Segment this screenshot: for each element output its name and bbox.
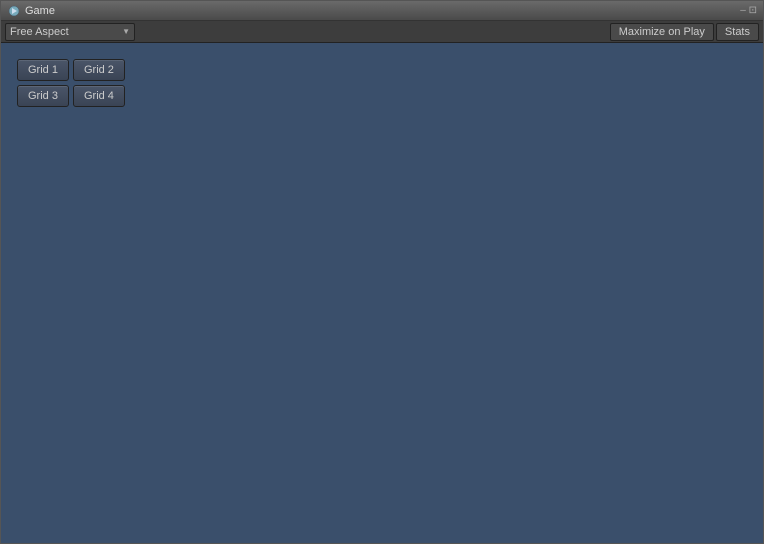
dropdown-arrow-icon: ▼ (122, 27, 130, 36)
toolbar-right: Maximize on Play Stats (610, 23, 759, 41)
game-viewport: Grid 1Grid 2Grid 3Grid 4 (1, 43, 763, 543)
maximize-on-play-button[interactable]: Maximize on Play (610, 23, 714, 41)
title-control-text: – ⊡ (740, 5, 757, 16)
game-icon (7, 4, 21, 18)
window-title: Game (25, 5, 55, 17)
aspect-label: Free Aspect (10, 26, 69, 38)
title-bar: Game – ⊡ (1, 1, 763, 21)
aspect-dropdown[interactable]: Free Aspect ▼ (5, 23, 135, 41)
grid-button-grid2[interactable]: Grid 2 (73, 59, 125, 81)
grid-button-grid4[interactable]: Grid 4 (73, 85, 125, 107)
grid-button-grid3[interactable]: Grid 3 (17, 85, 69, 107)
stats-button[interactable]: Stats (716, 23, 759, 41)
grid-buttons-container: Grid 1Grid 2Grid 3Grid 4 (17, 59, 125, 107)
game-window: Game – ⊡ Free Aspect ▼ Maximize on Play … (0, 0, 764, 544)
grid-button-grid1[interactable]: Grid 1 (17, 59, 69, 81)
toolbar: Free Aspect ▼ Maximize on Play Stats (1, 21, 763, 43)
window-controls: – ⊡ (740, 5, 757, 16)
